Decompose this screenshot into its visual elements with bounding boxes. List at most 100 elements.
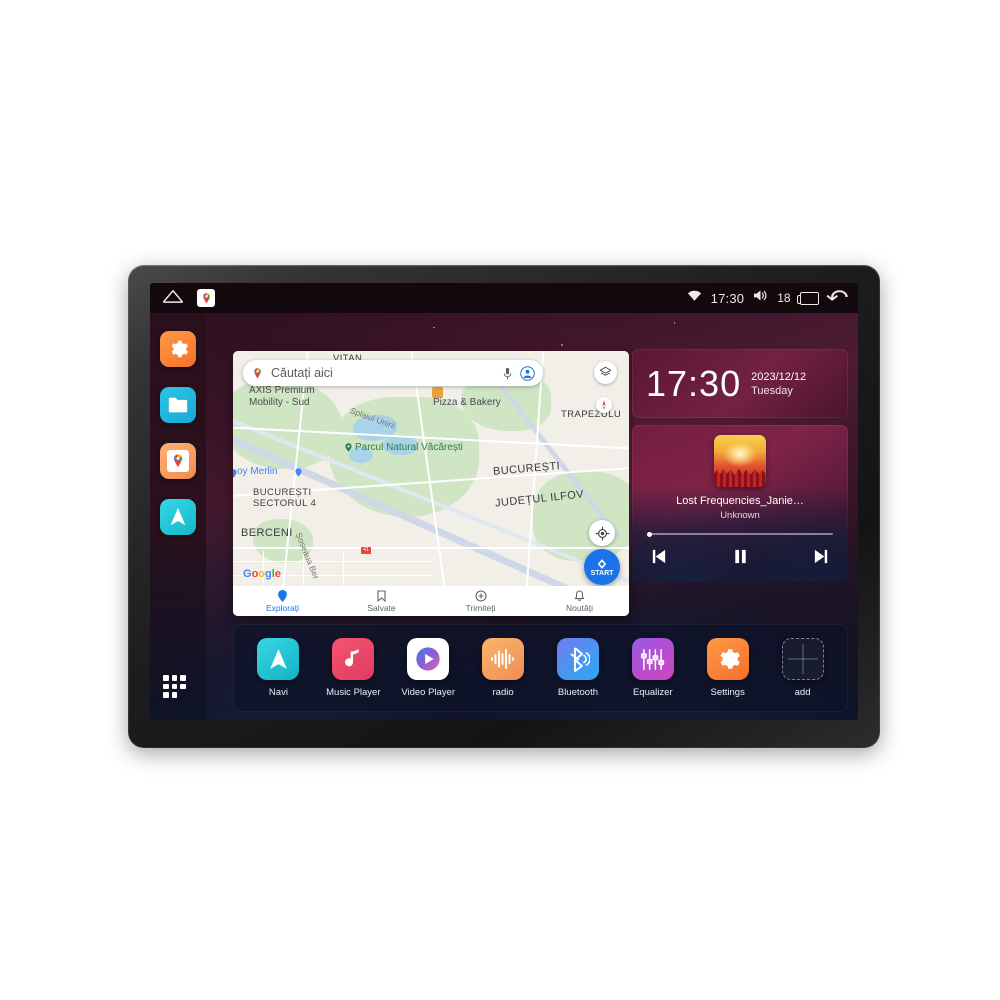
album-art [714, 435, 766, 487]
status-bar: 17:30 18 ↶ [150, 283, 858, 313]
dock-app-navi[interactable]: Navi [245, 638, 311, 698]
pause-icon [734, 549, 746, 564]
clock-weekday: Tuesday [751, 384, 793, 397]
previous-track-button[interactable] [649, 548, 668, 565]
microphone-icon[interactable] [502, 367, 513, 380]
map-label: Mobility - Sud [249, 397, 310, 408]
track-artist: Unknown [720, 510, 760, 521]
dock-app-label: Settings [710, 687, 745, 698]
layers-icon [599, 366, 612, 376]
map-tab-explore[interactable]: Explorați [233, 589, 332, 613]
skip-next-icon [814, 549, 827, 564]
folder-icon [168, 397, 188, 413]
status-time: 17:30 [710, 290, 745, 306]
dock-app-video-player[interactable]: Video Player [395, 638, 461, 698]
music-widget[interactable]: Lost Frequencies_Janie… Unknown [632, 425, 848, 582]
route-shield-icon: 41 [361, 547, 371, 554]
screenshot-stage: 17:30 18 ↶ 41 VITAN AXIS Premium Mobilit… [0, 0, 1000, 1000]
navigation-icon [597, 559, 607, 569]
map-label: AXIS Premium [249, 385, 315, 396]
maps-app-icon[interactable] [197, 289, 215, 307]
map-tab-label: Trimiteți [465, 602, 496, 613]
google-logo: Google [243, 568, 281, 580]
map-tab-contribute[interactable]: Trimiteți [431, 589, 530, 613]
contribute-plus-icon [474, 589, 487, 602]
dock-app-radio[interactable]: radio [470, 638, 536, 698]
park-pin-icon [345, 443, 352, 452]
start-navigation-button[interactable]: START [584, 549, 620, 585]
sidebar-item-navi[interactable] [160, 499, 196, 535]
music-note-icon [332, 638, 375, 680]
track-title: Lost Frequencies_Janie… [676, 495, 804, 507]
wifi-icon [687, 289, 702, 307]
dock-app-label: add [794, 687, 811, 698]
start-label: START [590, 570, 614, 577]
sidebar-item-files[interactable] [160, 387, 196, 423]
dock-app-add[interactable]: add [770, 638, 836, 698]
dock-app-label: Music Player [326, 687, 381, 698]
account-circle-icon[interactable] [520, 365, 535, 381]
sidebar-item-maps[interactable] [160, 443, 196, 479]
home-icon[interactable] [162, 289, 184, 308]
dock-app-label: Equalizer [633, 687, 673, 698]
map-tab-updates[interactable]: Noutăți [530, 589, 629, 613]
my-location-icon [595, 526, 609, 540]
map-pin-icon [254, 367, 261, 378]
waveform-icon [482, 638, 525, 680]
next-track-button[interactable] [812, 548, 831, 565]
map-tab-label: Salvate [367, 602, 396, 613]
gear-icon [171, 340, 188, 358]
map-label: oy Merlin [237, 466, 278, 477]
bluetooth-icon [556, 638, 599, 680]
dock-app-settings[interactable]: Settings [695, 638, 761, 698]
car-head-unit-device: 17:30 18 ↶ 41 VITAN AXIS Premium Mobilit… [128, 265, 880, 748]
dock-app-music-player[interactable]: Music Player [320, 638, 386, 698]
sidebar-item-settings[interactable] [160, 331, 196, 367]
play-circle-icon [407, 638, 450, 680]
recent-apps-icon[interactable] [796, 291, 819, 305]
equalizer-sliders-icon [631, 638, 674, 680]
map-label: Parcul Natural Văcărești [355, 442, 463, 453]
volume-icon[interactable] [753, 289, 768, 307]
map-compass-button[interactable] [596, 397, 612, 413]
app-dock: Navi Music Player Video Player radio Blu… [233, 624, 848, 712]
map-label: TRAPEZULU [561, 409, 622, 420]
map-label: SECTORUL 4 [253, 498, 317, 509]
bookmark-icon [377, 589, 386, 602]
compass-icon [602, 400, 606, 410]
map-canvas[interactable]: 41 VITAN AXIS Premium Mobility - Sud Piz… [233, 351, 629, 616]
plus-placeholder-icon [781, 638, 824, 680]
clock-date: 2023/12/12 [751, 370, 807, 383]
navigation-arrow-icon [257, 638, 300, 680]
dock-app-label: Video Player [401, 687, 456, 698]
maps-card[interactable]: 41 VITAN AXIS Premium Mobility - Sud Piz… [233, 351, 629, 616]
map-tab-label: Noutăți [566, 602, 593, 613]
map-pin-icon [174, 454, 182, 467]
clock-widget[interactable]: 17:30 2023/12/12 Tuesday [632, 349, 848, 418]
map-tab-saved[interactable]: Salvate [332, 589, 431, 613]
pause-button[interactable] [732, 548, 749, 565]
search-input[interactable]: Căutați aici [271, 366, 495, 380]
merlin-pin-icon [295, 468, 302, 477]
dock-app-bluetooth[interactable]: Bluetooth [545, 638, 611, 698]
playback-progress-bar[interactable] [647, 531, 833, 537]
device-screen: 17:30 18 ↶ 41 VITAN AXIS Premium Mobilit… [150, 283, 858, 720]
map-search-bar[interactable]: Căutați aici [243, 360, 543, 386]
navigation-arrow-icon [170, 507, 186, 526]
bell-icon [574, 589, 585, 601]
map-tab-label: Explorați [265, 602, 300, 613]
map-label: Pizza & Bakery [433, 397, 501, 408]
explore-pin-icon [278, 589, 287, 602]
gear-icon [706, 638, 749, 680]
dock-app-equalizer[interactable]: Equalizer [620, 638, 686, 698]
maps-bottom-nav: Explorați Salvate Trimiteți Noutăți [233, 586, 629, 616]
map-label: BERCENI [241, 527, 293, 539]
right-widget-column: 17:30 2023/12/12 Tuesday Lost Frequencie… [632, 349, 848, 582]
my-location-button[interactable] [589, 520, 615, 546]
clock-time: 17:30 [646, 362, 742, 404]
back-arrow-icon[interactable]: ↶ [825, 287, 848, 309]
left-sidebar [150, 313, 206, 720]
app-grid-icon[interactable] [163, 675, 193, 698]
map-layers-button[interactable] [594, 361, 617, 384]
dock-app-label: Navi [268, 687, 288, 698]
